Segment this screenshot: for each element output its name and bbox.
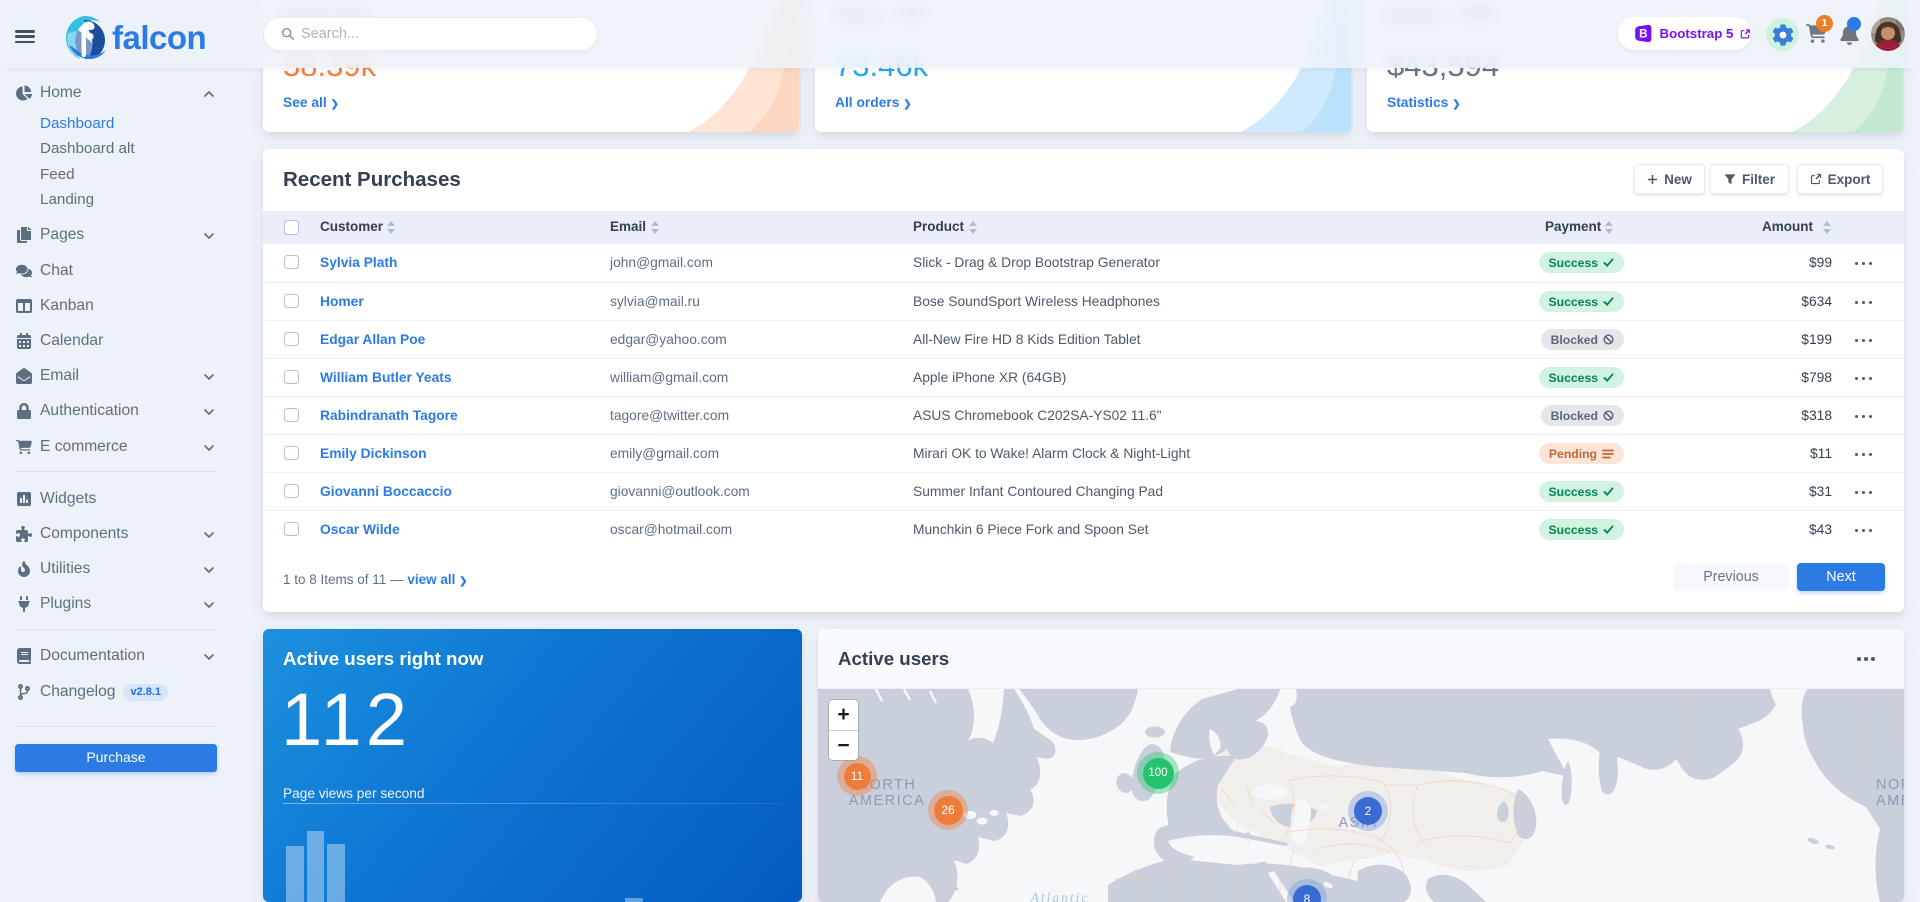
svg-text:B: B xyxy=(1639,29,1647,41)
